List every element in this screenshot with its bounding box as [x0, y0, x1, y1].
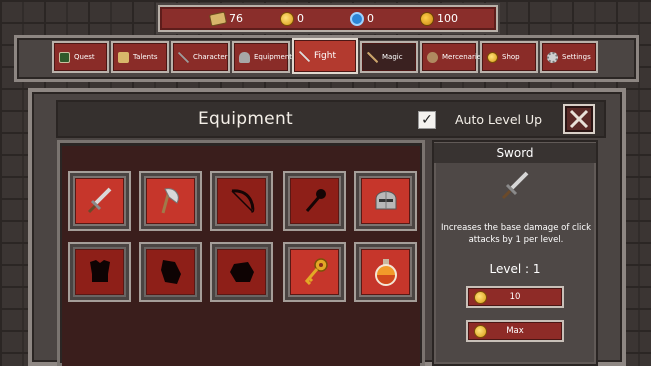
essence-currency: 0 [350, 11, 420, 26]
item-level: Level : 1 [489, 262, 541, 276]
close-button[interactable] [563, 104, 595, 134]
gem-silhouette-icon [160, 260, 181, 284]
panel-title: Equipment [198, 109, 293, 129]
coin-icon [474, 325, 487, 338]
quest-book-icon [59, 51, 70, 63]
slot-inner [146, 178, 195, 224]
item-slot-gem[interactable] [139, 242, 202, 302]
tab-fight[interactable]: Fight [292, 38, 358, 74]
potion-flask-icon [374, 259, 397, 286]
coin-currency: 0 [280, 11, 350, 26]
item-slot-key[interactable] [283, 242, 346, 302]
tab-mercenaries[interactable]: Mercenaries [420, 41, 485, 73]
coin-icon [474, 291, 487, 304]
slot-inner [75, 249, 124, 295]
item-name: Sword [496, 146, 534, 160]
item-slot-axe[interactable] [139, 171, 202, 231]
magic-wand-icon [367, 51, 378, 63]
swirl-icon [350, 11, 364, 26]
coin-icon [280, 11, 294, 26]
tab-magic[interactable]: Magic [360, 41, 418, 73]
scroll-count: 76 [229, 12, 243, 25]
item-slot-helmet[interactable] [354, 171, 417, 231]
gold-currency: 100 [420, 11, 490, 26]
item-slot-rock[interactable] [210, 242, 273, 302]
slot-inner [361, 178, 410, 224]
shop-coin-icon [487, 51, 498, 63]
tab-quest[interactable]: Quest [52, 41, 109, 73]
golden-key-icon [304, 258, 328, 286]
item-slot-armor[interactable] [68, 242, 131, 302]
currency-bar: 76 0 0 100 [158, 5, 498, 32]
slot-inner [217, 249, 266, 295]
tab-label: Fight [314, 51, 336, 61]
tab-label: Mercenaries [442, 53, 485, 61]
close-icon [569, 109, 589, 129]
settings-gear-icon [547, 51, 558, 63]
slot-inner [290, 249, 339, 295]
mercenaries-icon [427, 51, 438, 63]
gold-count: 100 [437, 12, 458, 25]
tab-talents[interactable]: Talents [111, 41, 169, 73]
scroll-icon [208, 10, 228, 27]
auto-level-checkbox[interactable]: ✓ [418, 111, 436, 129]
slot-inner [146, 249, 195, 295]
tab-label: Shop [502, 53, 520, 61]
equipment-helmet-icon [239, 51, 250, 63]
tab-label: Talents [133, 53, 158, 61]
tab-label: Equipment [254, 53, 292, 61]
tab-equipment[interactable]: Equipment [232, 41, 292, 73]
slot-inner [75, 178, 124, 224]
slot-inner [290, 178, 339, 224]
bow-icon [230, 189, 254, 213]
upgrade-max-button[interactable]: Max [466, 320, 564, 342]
gold-coin-icon [420, 11, 434, 26]
mace-icon [305, 189, 326, 212]
scroll-currency: 76 [208, 10, 280, 27]
item-slot-bow[interactable] [210, 171, 273, 231]
talents-scroll-icon [118, 51, 129, 63]
tab-label: Magic [382, 53, 403, 61]
slot-inner [217, 178, 266, 224]
fight-sword-icon [299, 50, 310, 62]
item-description: Increases the base damage of click attac… [440, 223, 592, 245]
tab-shop[interactable]: Shop [480, 41, 538, 73]
tab-bar: Quest Talents Character Equipment Fight … [52, 38, 598, 74]
tab-settings[interactable]: Settings [540, 41, 598, 73]
helmet-icon [375, 191, 396, 210]
tab-label: Quest [74, 53, 95, 61]
auto-level-label: Auto Level Up [455, 112, 543, 127]
item-slot-sword[interactable] [68, 171, 131, 231]
upgrade-cost-button[interactable]: 10 [466, 286, 564, 308]
armor-silhouette-icon [89, 260, 110, 282]
item-slot-potion[interactable] [354, 242, 417, 302]
character-pickaxe-icon [178, 51, 189, 63]
slot-inner [361, 249, 410, 295]
sword-icon [501, 171, 529, 200]
tab-label: Settings [562, 53, 591, 61]
coin-count: 0 [297, 12, 304, 25]
essence-count: 0 [367, 12, 374, 25]
axe-icon [161, 188, 179, 214]
rock-silhouette-icon [229, 262, 254, 282]
item-slot-mace[interactable] [283, 171, 346, 231]
tab-label: Character [193, 53, 228, 61]
sword-icon [87, 187, 111, 214]
tab-character[interactable]: Character [171, 41, 230, 73]
